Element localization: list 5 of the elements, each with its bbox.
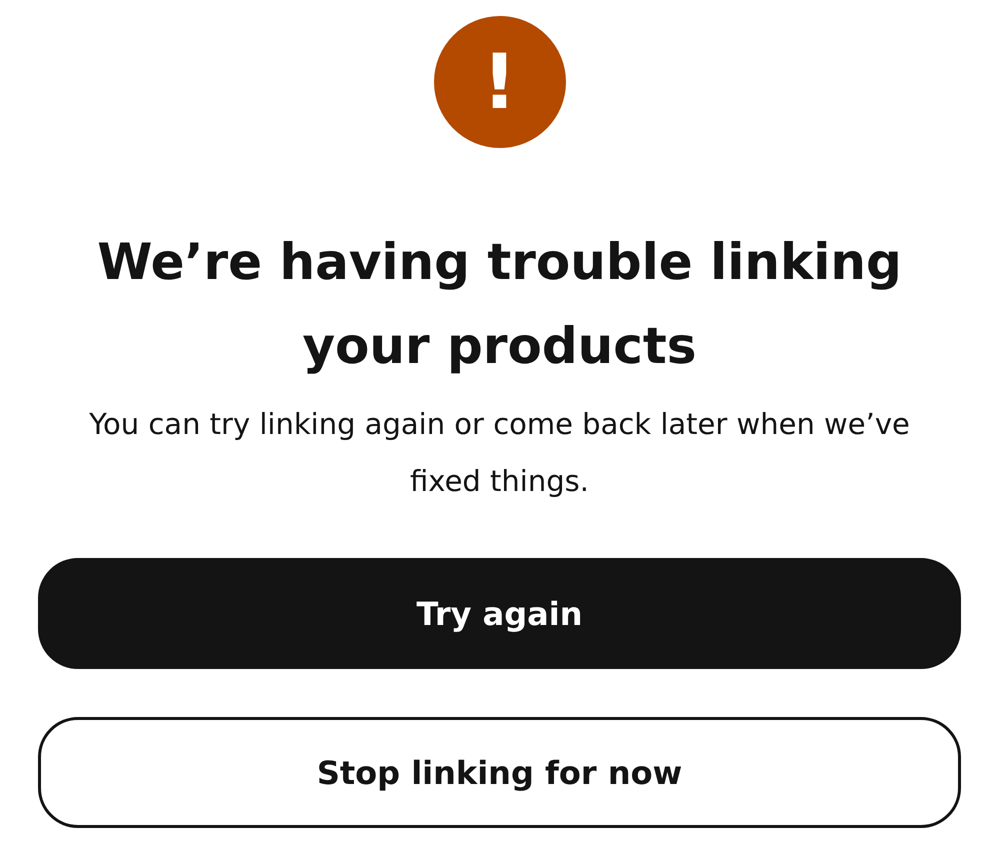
stop-button[interactable]: Stop linking for now bbox=[38, 717, 961, 828]
message-text: You can try linking again or come back later when we’ve fixed things. bbox=[88, 406, 911, 500]
try-again-button[interactable]: Try again bbox=[38, 558, 961, 669]
alert-icon: ! bbox=[434, 16, 566, 148]
heading: We’re having trouble linking your products bbox=[96, 232, 903, 377]
